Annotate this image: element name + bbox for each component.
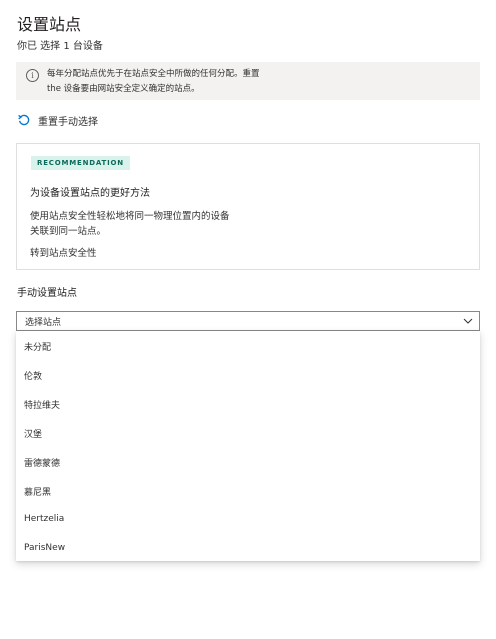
site-option[interactable]: 特拉维夫 bbox=[24, 398, 60, 411]
recommendation-card: RECOMMENDATION 为设备设置站点的更好方法 使用站点安全性轻松地将同… bbox=[16, 143, 480, 270]
site-option[interactable]: 汉堡 bbox=[24, 427, 42, 440]
site-option[interactable]: 伦敦 bbox=[24, 369, 42, 382]
reset-label: 重置手动选择 bbox=[38, 116, 98, 128]
site-options-list: 未分配 伦敦 特拉维夫 汉堡 雷德蒙德 慕尼黑 Hertzelia ParisN… bbox=[16, 331, 480, 561]
site-option[interactable]: 慕尼黑 bbox=[24, 485, 51, 498]
site-select-value: 选择站点 bbox=[25, 318, 62, 328]
reset-manual-selection-button[interactable]: 重置手动选择 bbox=[17, 112, 98, 128]
info-message-line-1: 每年分配站点优先于在站点安全中所做的任何分配。重置 bbox=[47, 69, 260, 79]
info-icon: i bbox=[26, 69, 39, 82]
info-message-bar: i 每年分配站点优先于在站点安全中所做的任何分配。重置 the 设备要由网站安全… bbox=[16, 62, 480, 100]
selection-summary: 你已 选择 1 台设备 bbox=[17, 41, 103, 52]
go-to-site-security-link[interactable]: 转到站点安全性 bbox=[30, 245, 97, 259]
page-title: 设置站点 bbox=[17, 15, 82, 34]
recommendation-heading: 为设备设置站点的更好方法 bbox=[30, 188, 150, 199]
site-select-dropdown[interactable]: 选择站点 bbox=[16, 311, 480, 331]
chevron-down-icon bbox=[463, 318, 473, 324]
site-option[interactable]: Hertzelia bbox=[24, 514, 64, 524]
site-option[interactable]: ParisNew bbox=[24, 543, 65, 553]
site-option[interactable]: 雷德蒙德 bbox=[24, 456, 60, 469]
manual-site-label: 手动设置站点 bbox=[17, 288, 77, 299]
info-message-line-2: the 设备要由网站安全定义确定的站点。 bbox=[47, 84, 200, 94]
recommendation-body-line-1: 使用站点安全性轻松地将同一物理位置内的设备 bbox=[30, 211, 230, 222]
recommendation-body-line-2: 关联到同一站点。 bbox=[30, 226, 107, 237]
undo-icon bbox=[18, 114, 30, 126]
site-option[interactable]: 未分配 bbox=[24, 340, 51, 353]
recommendation-badge: RECOMMENDATION bbox=[31, 156, 130, 170]
